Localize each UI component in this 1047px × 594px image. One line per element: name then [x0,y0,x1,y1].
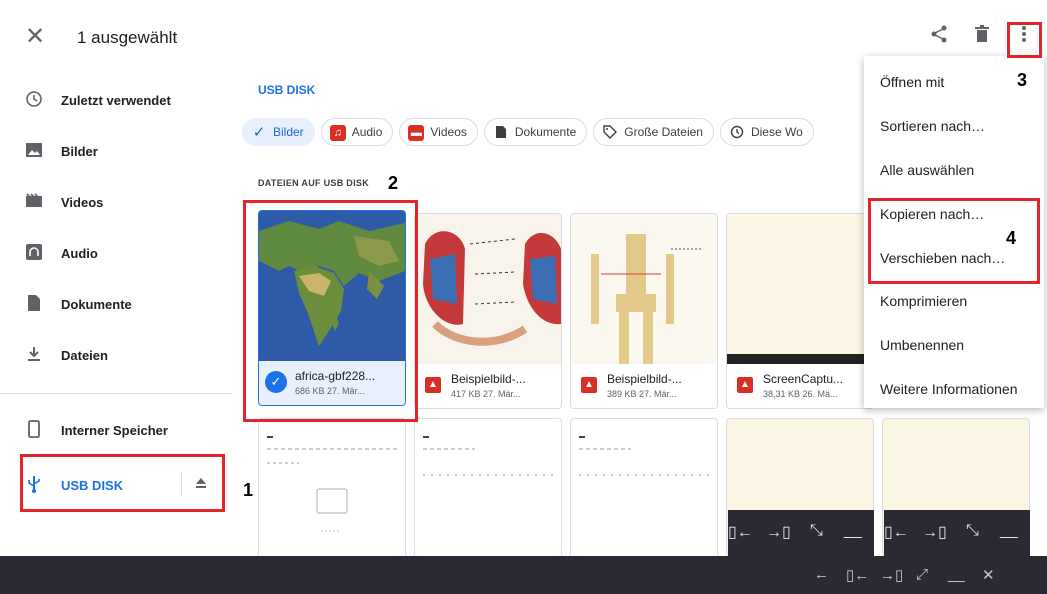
sidebar-item-label: Bilder [61,143,98,159]
expand-icon[interactable]: ⤢ [916,566,928,583]
file-size-date: 38,31 KB 26. Mä... [763,389,838,399]
tag-icon [602,125,618,141]
chip-label: Diese Wo [750,125,803,139]
chip-images[interactable]: ✓ Bilder [242,118,315,146]
annotation-label-3: 3 [1017,70,1028,90]
back-arrow-icon[interactable]: ← [814,566,829,583]
chip-label: Bilder [273,125,304,139]
sidebar-divider [0,393,232,394]
annotation-label-1: 1 [243,480,254,500]
close-icon[interactable]: ✕ [22,24,48,50]
annotation-box-file [243,200,418,422]
menu-item-select-all[interactable]: Alle auswählen [864,148,1044,192]
file-name: ScreenCaptu... [763,372,844,386]
file-size-date: 417 KB 27. Mär... [451,389,521,399]
sidebar-item-recent[interactable]: Zuletzt verwendet [0,78,232,122]
document-icon [24,294,44,314]
sidebar-item-audio[interactable]: Audio [0,231,232,275]
file-size-date: 389 KB 27. Mär... [607,389,677,399]
annotation-box-usb [20,454,225,512]
check-icon: ✓ [252,123,266,141]
sidebar-item-videos[interactable]: Videos [0,180,232,224]
minimize-icon[interactable]: __ [948,566,965,583]
heart-diagram-thumbnail [415,214,561,364]
sidebar-item-label: Interner Speicher [61,422,168,438]
menu-item-rename[interactable]: Umbenennen [864,323,1044,367]
clock-icon [24,90,44,110]
history-icon [729,125,745,141]
file-meta: ▲ Beispielbild-... 389 KB 27. Mär... [571,364,717,408]
sidebar-item-label: Zuletzt verwendet [61,92,171,108]
chip-documents[interactable]: Dokumente [483,118,588,146]
image-icon [24,141,44,161]
screenshot-thumbnail [727,214,873,364]
close-window-icon[interactable]: ✕ [982,566,995,584]
delete-icon[interactable] [969,24,995,50]
download-icon [24,345,44,365]
chip-label: Audio [351,125,383,139]
chip-large-files[interactable]: Große Dateien [593,118,714,146]
sidebar-item-documents[interactable]: Dokumente [0,282,232,326]
file-tile-beispielbild-2[interactable]: ▲ Beispielbild-... 389 KB 27. Mär... [570,213,718,409]
file-meta: ▲ ScreenCaptu... 38,31 KB 26. Mä... [727,364,873,408]
sidebar-item-label: Dateien [61,347,108,363]
file-tile-beispielbild-1[interactable]: ▲ Beispielbild-... 417 KB 27. Mär... [414,213,562,409]
audio-icon: ♫ [329,124,346,141]
share-icon[interactable] [926,24,952,50]
menu-item-compress[interactable]: Komprimieren [864,279,1044,323]
chip-label: Videos [430,125,467,139]
file-tile-document-1[interactable] [258,418,406,558]
image-file-icon: ▲ [425,377,441,393]
image-file-icon: ▲ [737,377,753,393]
snap-right-icon[interactable]: →▯ [880,566,903,584]
chip-audio[interactable]: ♫ Audio [320,118,394,146]
location-title: USB DISK [258,83,316,97]
annotation-label-2: 2 [388,173,399,193]
menu-item-sort-by[interactable]: Sortieren nach… [864,104,1044,148]
selection-title: 1 ausgewählt [77,28,178,47]
snap-left-icon[interactable]: ▯← [846,566,869,584]
thumbnail-dark-strip: ▯← →▯ ⤡ __ [728,510,874,556]
sidebar-item-label: Audio [61,245,98,261]
phone-icon [24,420,44,440]
file-name: Beispielbild-... [607,372,682,386]
sidebar-item-internal-storage[interactable]: Interner Speicher [0,408,232,452]
chip-label: Große Dateien [624,125,703,139]
file-manager-window: ✕ 1 ausgewählt Zuletzt verwendet Bilder [0,0,1047,594]
section-label: DATEIEN AUF USB DISK [258,178,370,188]
sidebar-item-label: Dokumente [61,296,132,312]
chip-videos[interactable]: ▬ Videos [399,118,478,146]
bottom-navigation-bar: ← ▯← →▯ ⤢ __ ✕ [0,556,1047,594]
chip-label: Dokumente [514,125,577,139]
sidebar-item-images[interactable]: Bilder [0,129,232,173]
sidebar-item-downloads[interactable]: Dateien [0,333,232,377]
menu-item-more-info[interactable]: Weitere Informationen [864,367,1044,411]
audio-icon [24,243,44,263]
video-icon: ▬ [408,124,425,141]
annotation-box-menu-button [1007,22,1042,58]
file-name: Beispielbild-... [451,372,526,386]
file-tile-document-3[interactable] [570,418,718,558]
file-tile-screencapture[interactable]: ▲ ScreenCaptu... 38,31 KB 26. Mä... [726,213,874,409]
filter-chips: ✓ Bilder ♫ Audio ▬ Videos Dokumente Große Datei… [242,118,872,148]
document-icon [493,125,509,141]
file-tile-document-2[interactable] [414,418,562,558]
sidebar-item-label: Videos [61,194,104,210]
skeleton-thumbnail [571,214,717,364]
chip-this-week[interactable]: Diese Wo [719,118,814,146]
thumbnail-dark-strip: ▯← →▯ ⤡ __ [884,510,1030,556]
image-file-icon: ▲ [581,377,597,393]
annotation-label-4: 4 [1006,228,1017,248]
file-meta: ▲ Beispielbild-... 417 KB 27. Mär... [415,364,561,408]
video-icon [24,192,44,212]
